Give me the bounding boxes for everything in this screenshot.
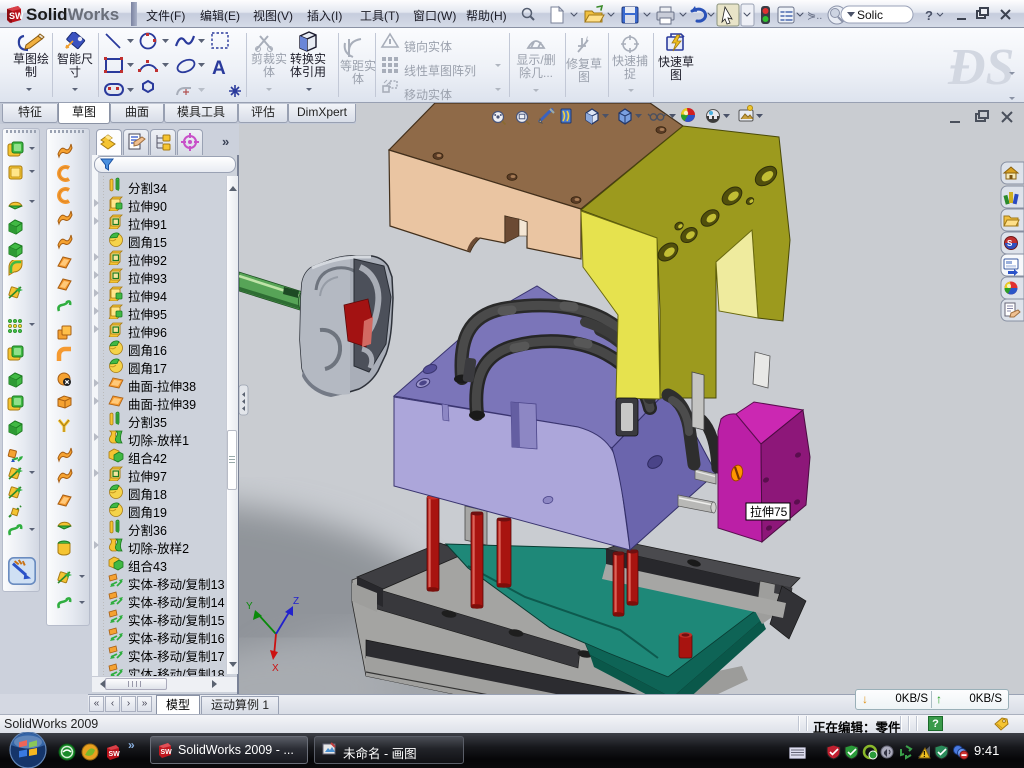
svg-text:Z: Z (293, 596, 299, 607)
svg-text:拉伸75: 拉伸75 (750, 504, 788, 519)
svg-text:S: S (1007, 239, 1013, 248)
svg-text:!: ! (923, 750, 926, 759)
svg-text:Y: Y (246, 601, 253, 612)
svg-text:SW: SW (161, 749, 173, 756)
svg-text:X: X (272, 663, 279, 674)
svg-text:SW: SW (109, 751, 121, 758)
